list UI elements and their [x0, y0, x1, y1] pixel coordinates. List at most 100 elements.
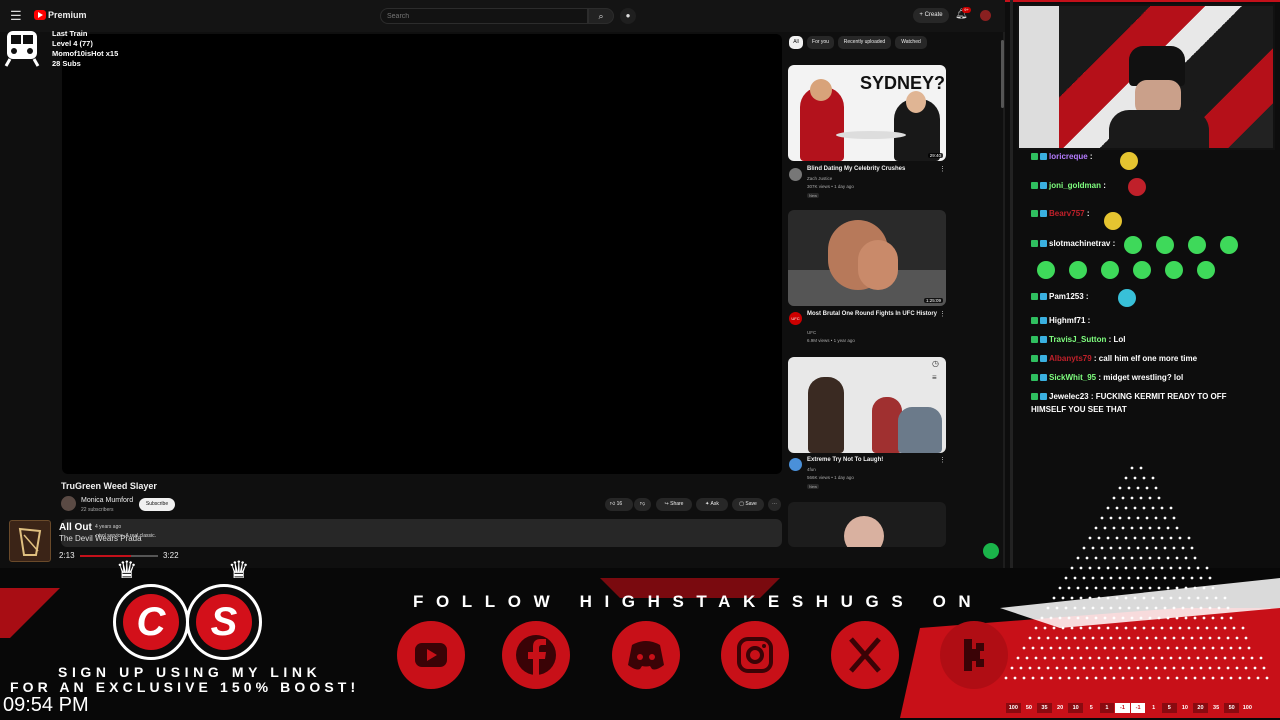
channel-avatar[interactable]: UFC — [789, 312, 802, 325]
chat-message: Pam1253 : — [1031, 292, 1089, 301]
recommendation-thumbnail[interactable]: 1:25:09 — [788, 210, 946, 306]
ladder-cell: 5 — [1084, 703, 1099, 713]
more-actions-button[interactable]: ⋯ — [768, 498, 781, 511]
chat-username[interactable]: Albanyts79 — [1049, 354, 1092, 363]
dot-decor — [1172, 606, 1176, 610]
recommendation-meta: 566K views • 1 day ago — [807, 475, 854, 480]
channel-name[interactable]: Monica Mumford — [81, 497, 133, 504]
chip-watched[interactable]: Watched — [895, 36, 927, 49]
dot-decor — [1058, 616, 1062, 620]
dot-decor — [1082, 576, 1086, 580]
recommendation-title[interactable]: Extreme Try Not To Laugh! — [807, 457, 937, 463]
recommendation-channel[interactable]: Zach Justice — [807, 176, 832, 181]
recommendation-thumbnail[interactable] — [788, 502, 946, 547]
channel-avatar[interactable] — [789, 168, 802, 181]
chat-username[interactable]: slotmachinetrav — [1049, 239, 1110, 248]
dot-decor — [1040, 676, 1044, 680]
ladder-cell: 10 — [1068, 703, 1083, 713]
dot-decor — [1184, 646, 1188, 650]
video-player[interactable] — [62, 34, 782, 474]
green-status-icon — [983, 543, 999, 559]
dot-decor — [1196, 566, 1200, 570]
more-options-icon[interactable]: ⋮ — [939, 310, 946, 318]
recommendation-thumbnail[interactable]: ◷ ≡ — [788, 357, 946, 453]
scrollbar-thumb[interactable] — [1001, 40, 1004, 108]
chat-emote-icon — [1118, 289, 1136, 307]
dot-decor — [1082, 666, 1086, 670]
more-options-icon[interactable]: ⋮ — [939, 165, 946, 173]
share-button[interactable]: ↪ Share — [656, 498, 692, 511]
dot-decor — [1046, 666, 1050, 670]
description-box[interactable] — [61, 519, 782, 547]
video-title: TruGreen Weed Slayer — [61, 481, 157, 491]
chat-username[interactable]: Pam1253 — [1049, 292, 1084, 301]
menu-icon[interactable]: ☰ — [10, 9, 26, 23]
recommendation-title[interactable]: Most Brutal One Round Fights In UFC Hist… — [807, 311, 937, 317]
chat-username[interactable]: TravisJ_Sutton — [1049, 335, 1106, 344]
new-badge: New — [807, 484, 820, 489]
dot-decor — [1109, 516, 1113, 520]
chip-for-you[interactable]: For you — [807, 36, 834, 49]
channel-avatar[interactable] — [61, 496, 76, 511]
dot-decor — [1184, 556, 1188, 560]
chat-badge-icon — [1040, 336, 1047, 343]
dot-decor — [1088, 566, 1092, 570]
subscribe-button[interactable]: Subscribe — [139, 498, 175, 511]
chat-username[interactable]: Jewelec23 — [1049, 392, 1089, 401]
dot-decor — [1145, 576, 1149, 580]
dot-decor — [1187, 596, 1191, 600]
dot-decor — [1238, 676, 1242, 680]
recommendation-channel[interactable]: UFC — [807, 330, 816, 335]
chat-text: midget wrestling? lol — [1103, 373, 1184, 382]
recommendation-channel[interactable]: 4fun — [807, 467, 816, 472]
dot-decor — [1079, 566, 1083, 570]
chip-recently-uploaded[interactable]: Recently uploaded — [838, 36, 891, 49]
dot-decor — [1124, 656, 1128, 660]
more-options-icon[interactable]: ⋮ — [939, 456, 946, 464]
dot-decor — [1142, 656, 1146, 660]
chat-username[interactable]: Bearv757 — [1049, 209, 1085, 218]
chat-emote-icon — [1197, 261, 1215, 279]
dot-decor — [1058, 586, 1062, 590]
dot-decor — [1130, 616, 1134, 620]
recommendation-thumbnail[interactable]: SYDNEY? 29:40 — [788, 65, 946, 161]
chat-username[interactable]: loricreque — [1049, 152, 1088, 161]
chat-badge-icon — [1040, 153, 1047, 160]
chip-all[interactable]: All — [789, 36, 803, 49]
dot-decor — [1046, 606, 1050, 610]
dot-decor — [1205, 566, 1209, 570]
dot-decor — [1259, 656, 1263, 660]
save-button[interactable]: ▢ Save — [732, 498, 764, 511]
chat-username[interactable]: joni_goldman — [1049, 181, 1101, 190]
chat-username[interactable]: SickWhit_95 — [1049, 373, 1096, 382]
dot-decor — [1151, 656, 1155, 660]
dislike-button[interactable]: 👎︎ — [634, 498, 651, 511]
chat-badge-icon — [1040, 210, 1047, 217]
dot-decor — [1232, 626, 1236, 630]
dot-decor — [1145, 666, 1149, 670]
dot-decor — [1124, 596, 1128, 600]
search-input[interactable] — [380, 8, 588, 24]
channel-avatar[interactable] — [789, 458, 802, 471]
create-button[interactable]: + Create — [913, 8, 949, 23]
search-button[interactable]: ⌕ — [588, 8, 614, 24]
like-button[interactable]: 👍︎ 16 — [605, 498, 633, 511]
dot-decor — [1136, 576, 1140, 580]
add-to-queue-icon[interactable]: ≡ — [932, 373, 937, 382]
voice-search-button[interactable]: ● — [620, 8, 636, 24]
recommendation-title[interactable]: Blind Dating My Celebrity Crushes — [807, 166, 937, 172]
youtube-logo-icon[interactable] — [34, 10, 46, 20]
ladder-cell: 50 — [1224, 703, 1239, 713]
dot-decor — [1199, 576, 1203, 580]
account-avatar[interactable] — [980, 10, 991, 21]
now-playing-title: All Out — [59, 522, 92, 533]
dot-decor — [1235, 636, 1239, 640]
dot-decor — [1247, 646, 1251, 650]
dot-decor — [1256, 676, 1260, 680]
chat-separator: : — [1088, 392, 1096, 401]
watch-later-icon[interactable]: ◷ — [932, 359, 939, 368]
youtube-window: ☰ Premium ⌕ ● + Create 🔔︎ 9+ TruGreen We… — [0, 0, 1005, 568]
chat-username[interactable]: Highmf71 — [1049, 316, 1085, 325]
video-duration: 1:25:09 — [923, 298, 943, 303]
ask-button[interactable]: ✦ Ask — [696, 498, 728, 511]
